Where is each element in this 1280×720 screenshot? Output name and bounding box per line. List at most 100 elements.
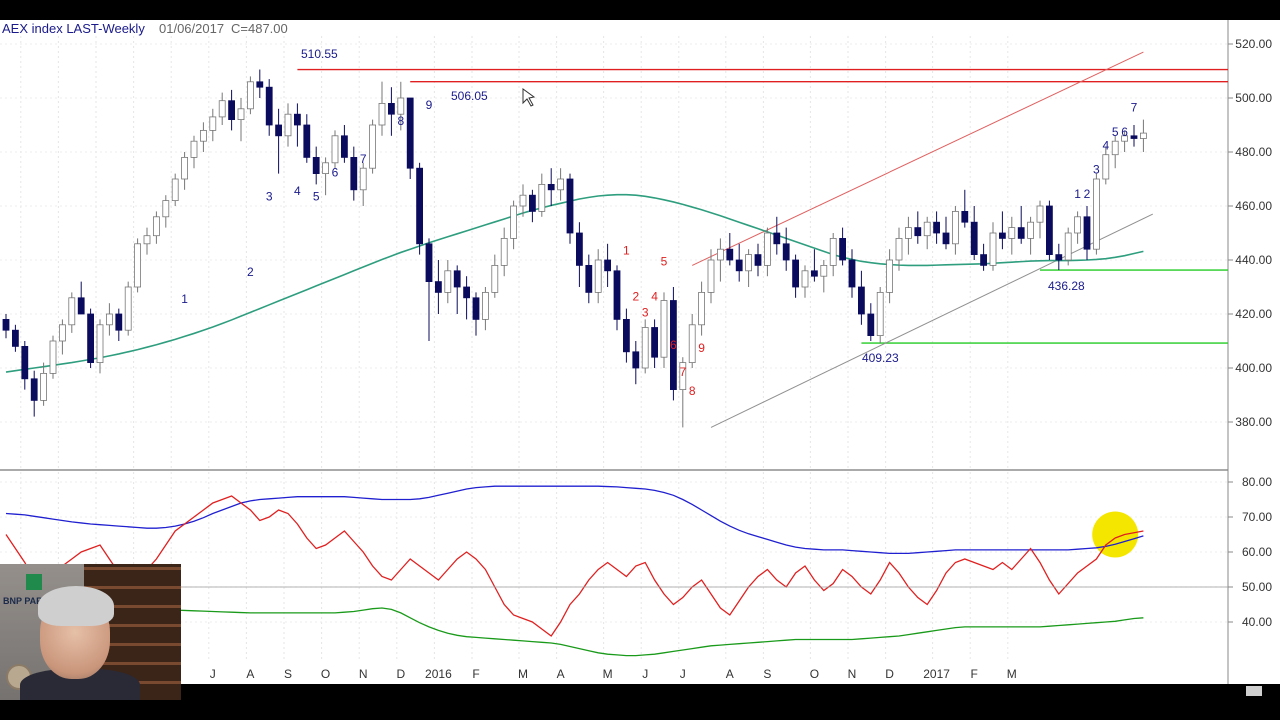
candle-body [876,291,884,336]
candle-body [576,232,583,266]
y-tick-label: 60.00 [1242,545,1272,559]
candle-body [754,254,762,266]
x-tick-label: J [642,667,648,681]
candle-body [660,300,668,358]
candle-body [369,124,377,169]
x-tick-label: S [284,667,292,681]
candle-body [68,297,76,326]
annotation-low-436: 436.28 [1048,279,1085,293]
y-tick-label: 460.00 [1235,199,1272,213]
x-tick-label: D [396,667,405,681]
candle-body [999,232,1006,239]
candle-body [707,259,715,293]
x-tick-label: N [848,667,857,681]
candle-body [124,286,132,331]
y-tick-label: 500.00 [1235,91,1272,105]
count-label: 1 [181,292,188,306]
candle-body [162,200,170,218]
candle-body [867,313,875,337]
candle-body [209,116,217,131]
candle-body [613,270,621,320]
candle-body [331,135,339,164]
x-tick-label: J [680,667,686,681]
candle-body [782,243,790,261]
candle-body [387,103,395,115]
count-label: 2 [247,265,254,279]
candle-body [839,237,846,261]
candle-body [444,270,452,293]
count-label: 3 [1093,163,1100,177]
candle-body [30,378,38,401]
count-label: 3 [266,190,273,204]
annotation-low-409: 409.23 [862,351,899,365]
candle-body [1046,205,1053,255]
candle-body [989,232,997,266]
count-label: 2 [632,290,639,304]
count-label: 8 [397,114,404,128]
presenter-hair [38,586,114,626]
count-label: 5 [1112,125,1119,139]
candle-body [594,259,602,293]
candle-body [604,259,611,272]
count-label: 5 [661,254,668,268]
candle-body [1111,140,1119,156]
candle-body [171,178,179,202]
candle-body [529,194,536,212]
candle-body [1027,221,1034,239]
count-label: 9 [426,98,433,112]
candle-body [858,286,865,315]
bottom-black-bar [0,684,1280,720]
scrollbar-thumb[interactable] [1246,686,1262,696]
chart-title: AEX index LAST-Weekly [2,21,145,36]
count-label: 2 [1084,187,1091,201]
x-tick-label: M [518,667,528,681]
candle-body [641,327,649,369]
chart-close: C=487.00 [231,21,288,36]
candle-body [77,297,85,315]
x-tick-label: O [810,667,819,681]
count-label: 6 [1121,125,1128,139]
candle-body [322,162,330,175]
candle-body [1008,227,1016,239]
candle-body [59,324,66,342]
candle-body [152,216,160,237]
candle-body [623,318,630,353]
count-label: 7 [1131,101,1138,115]
candle-body [115,313,123,331]
candle-body [1036,205,1044,223]
count-label: 4 [1102,138,1109,152]
candle-body [764,232,771,266]
candle-body [566,178,574,234]
annotation-high-506: 506.05 [451,89,488,103]
candle-body [199,129,207,142]
candle-body [218,100,226,118]
candle-body [980,254,987,266]
candle-body [547,183,555,191]
candle-body [811,270,818,277]
count-label: 6 [670,338,677,352]
candle-body [1130,135,1138,139]
y-tick-label: 480.00 [1235,145,1272,159]
y-tick-label: 420.00 [1235,307,1272,321]
candle-body [557,178,564,191]
count-label: 3 [642,306,649,320]
candle-body [40,372,47,401]
candle-body [143,235,151,245]
x-tick-label: A [726,667,734,681]
candle-body [895,237,903,261]
candle-body [340,135,348,158]
count-label: 7 [360,152,367,166]
chart-canvas: 520.00500.00480.00460.00440.00420.00400.… [0,0,1280,720]
candle-body [416,167,424,245]
candle-body [378,103,386,126]
y-tick-label: 50.00 [1242,580,1272,594]
candle-body [500,237,508,266]
y-tick-label: 40.00 [1242,615,1272,629]
candle-body [914,227,922,237]
count-label: 1 [623,244,630,258]
x-tick-label: O [321,667,330,681]
candle-body [2,318,10,331]
candle-body [1083,216,1091,250]
annotation-high-510: 510.55 [301,47,338,61]
candle-body [312,156,320,174]
